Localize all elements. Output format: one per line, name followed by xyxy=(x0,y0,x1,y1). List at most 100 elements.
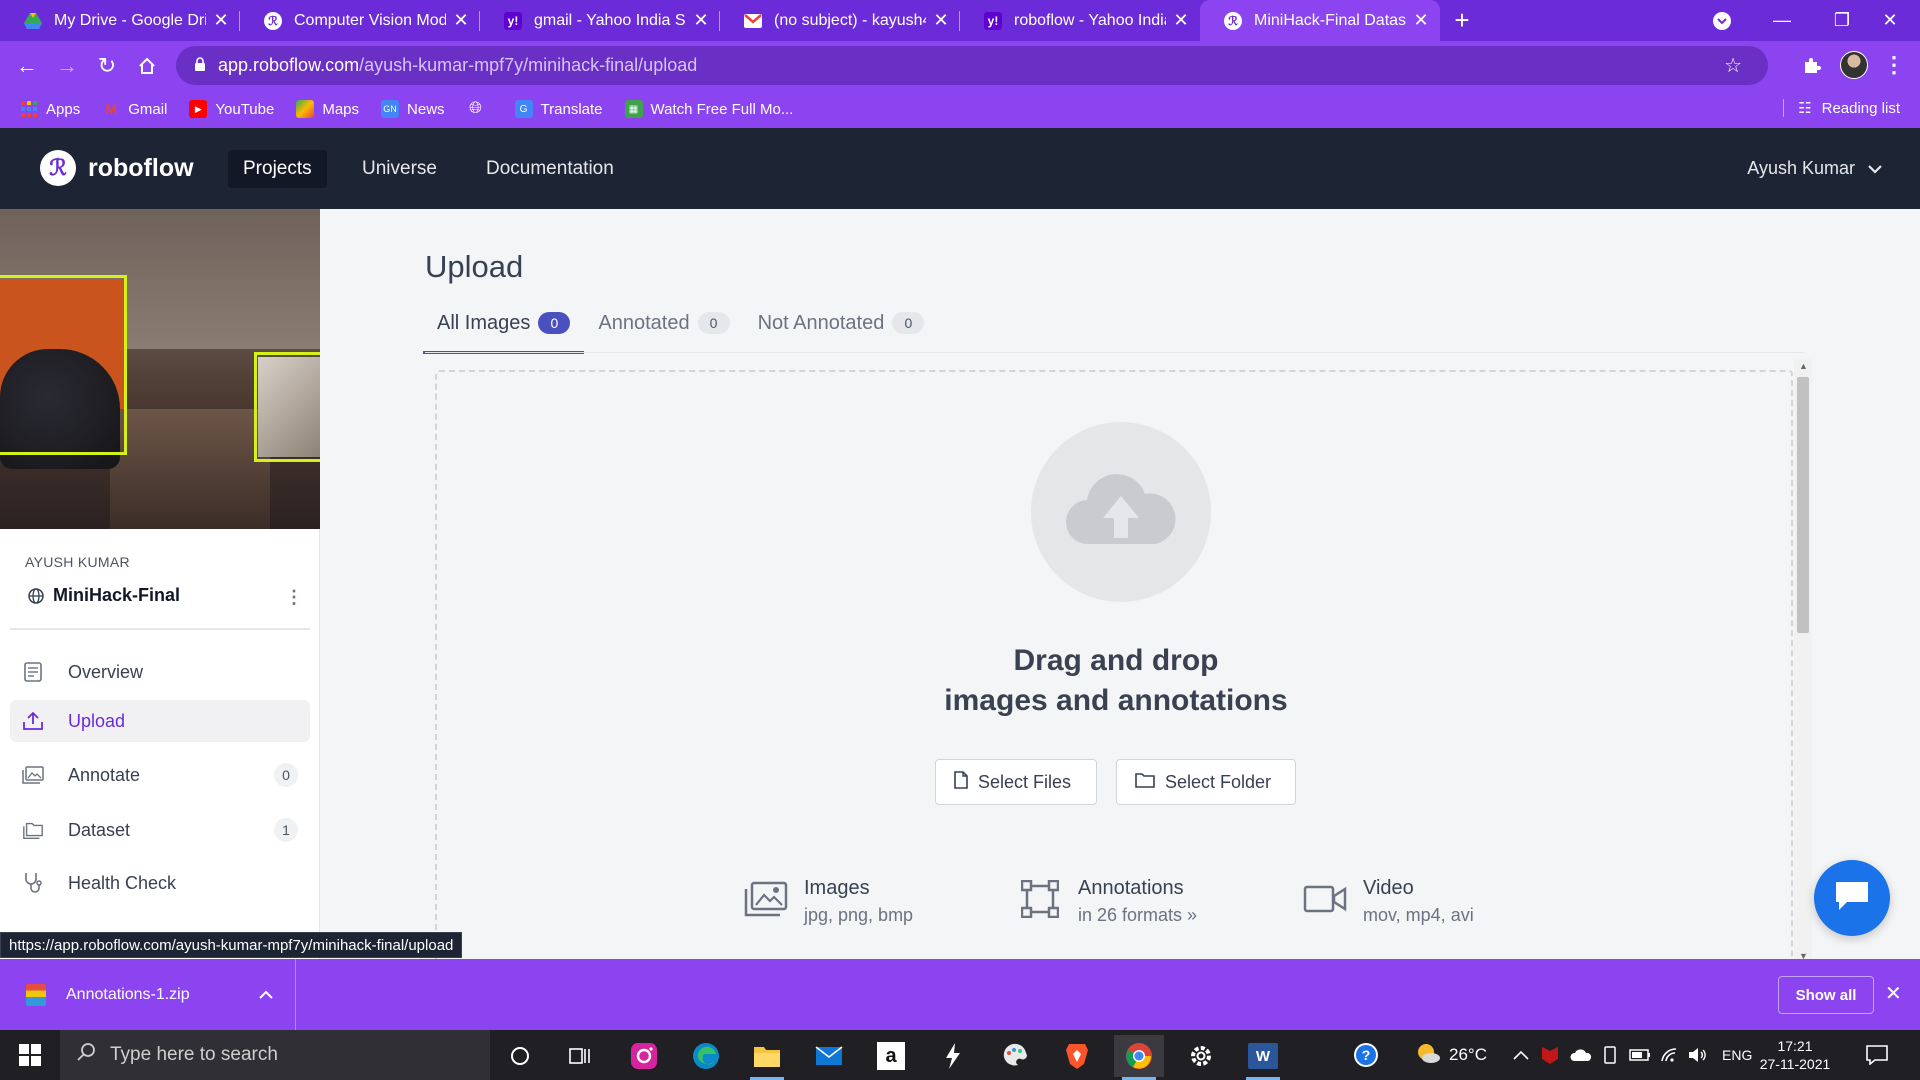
project-name[interactable]: MiniHack-Final xyxy=(27,585,180,606)
close-icon[interactable]: ✕ xyxy=(1412,10,1430,31)
nav-projects[interactable]: Projects xyxy=(228,150,327,188)
edge-icon[interactable] xyxy=(681,1035,731,1077)
close-icon[interactable]: ✕ xyxy=(1172,10,1190,31)
format-annotations[interactable]: Annotations in 26 formats » xyxy=(1018,877,1197,926)
cortana-icon[interactable] xyxy=(495,1035,545,1077)
temperature: 26°C xyxy=(1449,1045,1487,1064)
minimize-icon[interactable]: — xyxy=(1752,0,1812,41)
task-view-icon[interactable] xyxy=(555,1035,605,1077)
images-icon xyxy=(744,877,788,921)
browser-tab-yahoo-gmail[interactable]: y! gmail - Yahoo India Search I ✕ xyxy=(480,0,720,41)
sidebar-item-health-check[interactable]: Health Check xyxy=(10,862,310,904)
browser-tab-gmail[interactable]: (no subject) - kayush490@g ✕ xyxy=(720,0,960,41)
wifi-icon[interactable] xyxy=(1660,1030,1680,1080)
new-tab-button[interactable]: + xyxy=(1440,0,1484,41)
sidebar-item-dataset[interactable]: Dataset 1 xyxy=(10,809,310,851)
mcafee-icon[interactable] xyxy=(1541,1030,1559,1080)
scrollbar-thumb[interactable] xyxy=(1797,377,1809,633)
bookmark-maps[interactable]: Maps xyxy=(296,100,359,118)
close-icon[interactable]: ✕ xyxy=(452,10,470,31)
roboflow-logo[interactable]: ℛ roboflow xyxy=(40,150,194,186)
close-icon[interactable]: ✕ xyxy=(932,10,950,31)
browser-tab-minihack-upload[interactable]: ℛ MiniHack-Final Dataset > U ✕ xyxy=(1200,0,1440,41)
word-icon[interactable]: W xyxy=(1238,1035,1288,1080)
input-language[interactable]: ENG xyxy=(1722,1030,1752,1080)
tab-title: (no subject) - kayush490@g xyxy=(774,11,926,29)
tab-annotated[interactable]: Annotated 0 xyxy=(598,304,730,342)
file-explorer-icon[interactable] xyxy=(742,1035,792,1080)
select-folder-button[interactable]: Select Folder xyxy=(1116,759,1296,805)
bookmark-news[interactable]: GN News xyxy=(381,100,445,118)
bookmark-gmail[interactable]: M Gmail xyxy=(102,100,167,118)
browser-tab-google-drive[interactable]: My Drive - Google Drive ✕ xyxy=(0,0,240,41)
drop-heading-line2: images and annotations xyxy=(944,684,1288,717)
sidebar-item-upload[interactable]: Upload xyxy=(10,700,310,742)
mail-icon[interactable] xyxy=(804,1035,854,1077)
sun-cloud-icon xyxy=(1415,1042,1441,1069)
more-options-icon[interactable]: ⋮ xyxy=(285,587,303,608)
chrome-menu-icon[interactable]: ⋮ xyxy=(1874,45,1914,85)
close-icon[interactable]: ✕ xyxy=(212,10,230,31)
forward-icon[interactable]: → xyxy=(47,46,87,86)
close-icon[interactable]: ✕ xyxy=(692,10,710,31)
tray-chevron-icon[interactable] xyxy=(1513,1030,1529,1080)
download-item[interactable]: Annotations-1.zip xyxy=(0,959,296,1030)
bookmark-apps[interactable]: Apps xyxy=(20,100,80,118)
scroll-up-arrow-icon[interactable]: ▲ xyxy=(1799,361,1808,371)
bookmark-star-icon[interactable]: ☆ xyxy=(1724,53,1742,78)
address-bar[interactable]: app.roboflow.com/ayush-kumar-mpf7y/minih… xyxy=(176,46,1768,85)
system-clock[interactable]: 17:21 27-11-2021 xyxy=(1750,1037,1840,1073)
extensions-icon[interactable] xyxy=(1792,45,1832,85)
chat-launcher-button[interactable] xyxy=(1814,860,1890,936)
chrome-icon[interactable] xyxy=(1114,1035,1164,1080)
battery-icon[interactable] xyxy=(1629,1030,1651,1080)
weather-widget[interactable]: 26°C xyxy=(1415,1030,1487,1080)
settings-gear-icon[interactable] xyxy=(1176,1035,1226,1077)
reload-icon[interactable]: ↻ xyxy=(87,46,127,86)
browser-tab-roboflow-models[interactable]: ℛ Computer Vision Model Libr ✕ xyxy=(240,0,480,41)
home-icon[interactable] xyxy=(127,46,167,86)
user-menu[interactable]: Ayush Kumar xyxy=(1747,158,1882,179)
nav-documentation[interactable]: Documentation xyxy=(471,150,629,188)
profile-avatar[interactable] xyxy=(1840,51,1868,79)
windows-start-icon[interactable] xyxy=(0,1030,60,1080)
select-files-button[interactable]: Select Files xyxy=(935,759,1097,805)
notifications-icon[interactable] xyxy=(1866,1030,1888,1080)
onedrive-icon[interactable] xyxy=(1570,1030,1592,1080)
count-badge: 1 xyxy=(274,818,298,842)
back-icon[interactable]: ← xyxy=(7,46,47,86)
volume-icon[interactable] xyxy=(1688,1030,1708,1080)
help-icon[interactable]: ? xyxy=(1352,1030,1380,1080)
bookmark-label: YouTube xyxy=(215,100,275,118)
bookmark-watch-free[interactable]: ▦ Watch Free Full Mo... xyxy=(624,100,793,118)
browser-tab-yahoo-roboflow[interactable]: y! roboflow - Yahoo India Sear ✕ xyxy=(960,0,1200,41)
chevron-up-icon[interactable] xyxy=(259,987,273,1003)
page-title: Upload xyxy=(425,249,524,284)
globe-icon xyxy=(27,587,45,605)
nav-universe[interactable]: Universe xyxy=(347,150,452,188)
bookmark-youtube[interactable]: ▶ YouTube xyxy=(189,100,274,118)
lightning-app-icon[interactable] xyxy=(928,1035,978,1077)
taskbar-search-box[interactable]: Type here to search xyxy=(60,1030,490,1080)
clock-time: 17:21 xyxy=(1777,1038,1813,1054)
paint-icon[interactable] xyxy=(990,1035,1040,1077)
device-icon[interactable] xyxy=(1602,1030,1618,1080)
bookmark-translate[interactable]: G Translate xyxy=(514,100,603,118)
sidebar-item-overview[interactable]: Overview xyxy=(10,651,310,693)
reading-list-button[interactable]: ☷ Reading list xyxy=(1783,99,1900,117)
annotation-formats-link[interactable]: in 26 formats » xyxy=(1078,905,1197,926)
project-thumbnail[interactable] xyxy=(0,209,320,529)
upload-dropzone[interactable]: Drag and drop images and annotations Sel… xyxy=(435,370,1793,970)
tab-search-icon[interactable] xyxy=(1700,0,1744,41)
brave-icon[interactable] xyxy=(1052,1035,1102,1077)
amazon-icon[interactable]: a xyxy=(866,1035,916,1077)
bookmark-globe[interactable]: 🌐︎ xyxy=(467,100,493,118)
show-all-downloads-button[interactable]: Show all xyxy=(1778,976,1874,1014)
window-close-icon[interactable]: ✕ xyxy=(1860,0,1920,41)
instagram-icon[interactable] xyxy=(619,1035,669,1077)
tab-all-images[interactable]: All Images 0 xyxy=(422,304,585,354)
sidebar-item-annotate[interactable]: Annotate 0 xyxy=(10,754,310,796)
tab-not-annotated[interactable]: Not Annotated 0 xyxy=(758,304,925,342)
drop-heading-line1: Drag and drop xyxy=(1013,644,1219,677)
close-icon[interactable]: ✕ xyxy=(1885,981,1902,1006)
